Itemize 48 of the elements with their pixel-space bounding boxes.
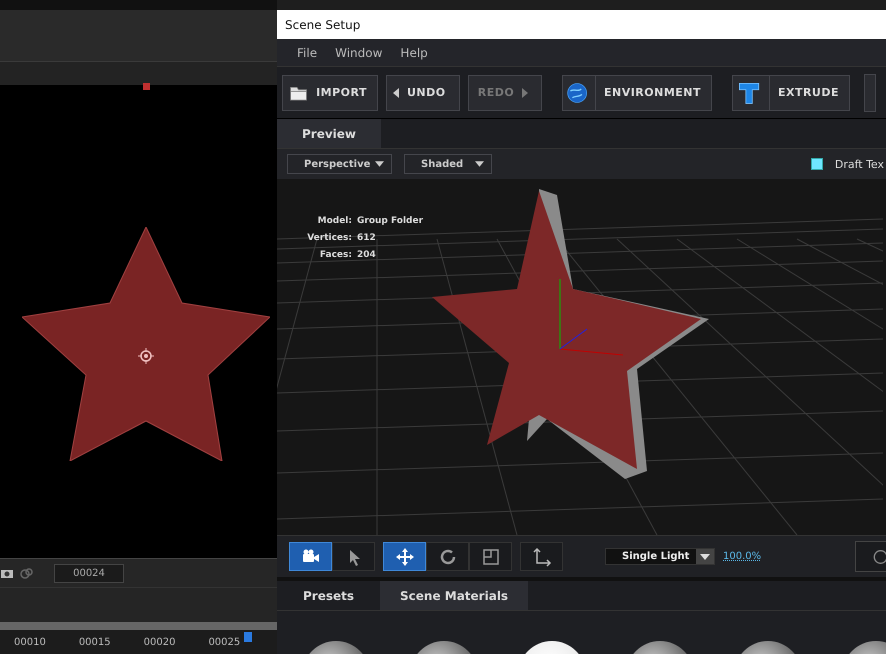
camera-tool-button[interactable] — [289, 542, 332, 571]
ruler-label: 00015 — [78, 636, 111, 648]
panel-tab[interactable]: Scene Materials — [380, 581, 528, 610]
light-intensity-link[interactable]: 100.0% — [723, 551, 762, 562]
ruler-label: 00020 — [144, 636, 176, 648]
timecode-field[interactable]: 00024 — [54, 564, 124, 583]
caret-down-icon — [475, 161, 484, 167]
info-value: Group Folder — [357, 216, 424, 226]
move-tool-button[interactable] — [383, 542, 426, 571]
square-icon — [480, 546, 500, 566]
axes-icon — [532, 546, 552, 566]
window-title: Scene Setup — [277, 10, 886, 39]
caret-down-icon — [700, 554, 710, 560]
axes-tool-button[interactable] — [520, 542, 563, 571]
caret-down-icon — [375, 161, 384, 167]
pointer-tool-button[interactable] — [332, 542, 375, 571]
target-button[interactable] — [855, 541, 886, 572]
info-label: Vertices: — [306, 232, 352, 242]
caret-left-icon — [393, 88, 399, 98]
draft-label: Draft Tex — [834, 158, 884, 170]
shading-dropdown[interactable]: Shaded — [404, 154, 492, 174]
anchor-point-icon — [138, 348, 154, 364]
rotate-tool-button[interactable] — [426, 542, 469, 571]
playhead-icon[interactable] — [244, 632, 252, 642]
camera-icon[interactable] — [0, 567, 14, 580]
info-value: 204 — [357, 250, 376, 260]
panel-tab[interactable]: Presets — [277, 581, 380, 610]
menu-item[interactable]: Help — [400, 46, 428, 60]
import-button[interactable]: IMPORT — [282, 74, 378, 110]
ruler-label: 00010 — [14, 636, 46, 648]
color-icon[interactable] — [20, 567, 34, 580]
undo-button[interactable]: UNDO — [386, 74, 460, 110]
ruler-label: 00025 — [208, 636, 240, 648]
rotate-icon — [438, 546, 458, 566]
light-dropdown[interactable]: Single Light — [605, 548, 715, 565]
scale-tool-button[interactable] — [469, 542, 512, 571]
caret-right-icon — [522, 88, 528, 98]
camera-dropdown[interactable]: Perspective — [287, 154, 392, 174]
menu-item[interactable]: File — [297, 46, 318, 60]
move-icon — [394, 546, 414, 566]
info-label: Model: — [316, 216, 352, 226]
draft-checkbox[interactable] — [810, 158, 823, 170]
info-value: 612 — [357, 232, 376, 242]
environment-button[interactable]: ENVIRONMENT — [562, 74, 712, 110]
extrude-button[interactable]: EXTRUDE — [732, 74, 850, 110]
menu-item[interactable]: Window — [335, 46, 382, 60]
info-label: Faces: — [318, 250, 352, 260]
preview-tab[interactable]: Preview — [277, 119, 382, 148]
